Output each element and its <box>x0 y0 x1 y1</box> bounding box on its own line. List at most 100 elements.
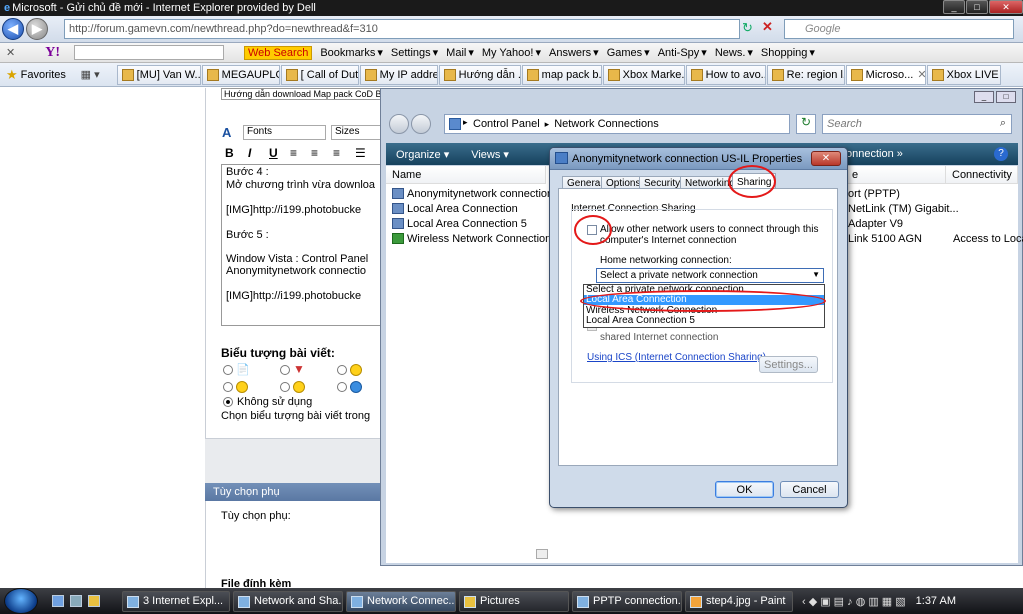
explorer-back-icon[interactable] <box>389 114 409 134</box>
bookmarks-menu[interactable]: Bookmarks ▾ <box>320 46 383 60</box>
toolbar-close-icon[interactable]: ✕ <box>6 46 15 59</box>
yahoo-search-input[interactable] <box>74 45 224 60</box>
icon-radio[interactable] <box>223 365 233 375</box>
option-local-area-connection-5[interactable]: Local Area Connection 5 <box>584 316 824 326</box>
tab-megaupload[interactable]: MEGAUPLO... <box>201 64 280 85</box>
scrollbar-handle[interactable] <box>536 549 548 559</box>
task-paint[interactable]: step4.jpg - Paint <box>685 590 793 612</box>
settings-menu[interactable]: Settings ▾ <box>391 46 438 60</box>
wireless-signal-icon <box>392 233 404 244</box>
google-search-input[interactable]: Google <box>784 19 1014 39</box>
no-icon-label: Không sử dụng <box>237 396 313 408</box>
folder-icon[interactable] <box>88 595 100 607</box>
ics-help-link[interactable]: Using ICS (Internet Connection Sharing) <box>587 352 766 363</box>
back-arrow-icon[interactable]: ◀ <box>2 18 24 40</box>
tab-xbox-live[interactable]: Xbox LIVE R... <box>926 64 1001 85</box>
tab-region[interactable]: Re: region l... <box>766 64 845 85</box>
explorer-address-bar[interactable]: ▸ Control Panel ▸ Network Connections <box>444 114 790 134</box>
explorer-minimize-button[interactable]: _ <box>974 91 994 103</box>
no-icon-radio[interactable] <box>223 397 233 407</box>
yahoo-logo[interactable]: Y! <box>45 45 60 61</box>
tab-huong-dan[interactable]: Hướng dẫn ... <box>438 64 521 85</box>
tab-map-pack[interactable]: map pack b... <box>521 64 602 85</box>
tab-xbox-marketplace[interactable]: Xbox Marke... <box>602 64 685 85</box>
list-item[interactable]: Local Area Connection <box>392 201 518 216</box>
device-column-header[interactable]: e <box>846 166 946 184</box>
address-toolbar: ◀ ▶ http://forum.gamevn.com/newthread.ph… <box>0 16 1023 43</box>
font-select[interactable]: Fonts <box>243 125 326 140</box>
tab-mu[interactable]: [MU] Van W... <box>116 64 201 85</box>
list-item[interactable]: Local Area Connection 5 <box>392 216 527 231</box>
list-item[interactable]: Wireless Network Connection <box>392 231 551 246</box>
task-network-sharing[interactable]: Network and Sha... <box>233 590 343 612</box>
icon-radio[interactable] <box>280 382 290 392</box>
clock[interactable]: 1:37 AM <box>916 595 956 607</box>
organize-menu[interactable]: Organize ▾ <box>396 148 449 161</box>
align-right-icon[interactable]: ≡ <box>333 146 340 160</box>
help-icon[interactable]: ? <box>994 147 1008 161</box>
anti-spy-button[interactable]: Anti-Spy ▾ <box>658 46 707 60</box>
task-internet-explorer[interactable]: 3 Internet Expl... <box>122 590 230 612</box>
underline-button[interactable]: U <box>269 146 278 160</box>
forward-arrow-icon[interactable]: ▶ <box>26 18 48 40</box>
tab-call-of-duty[interactable]: [ Call of Dut... <box>280 64 359 85</box>
maximize-button[interactable]: □ <box>966 0 988 14</box>
icon-radio[interactable] <box>223 382 233 392</box>
tab-how-to-avoid[interactable]: How to avo... <box>685 64 766 85</box>
web-search-button[interactable]: Web Search <box>244 45 313 60</box>
favorites-button[interactable]: Favorites <box>21 69 81 81</box>
dialog-close-button[interactable]: ✕ <box>811 151 841 166</box>
close-button[interactable]: ✕ <box>989 0 1023 14</box>
bold-button[interactable]: B <box>225 146 234 160</box>
align-center-icon[interactable]: ≡ <box>311 146 318 160</box>
icon-radio[interactable] <box>337 382 347 392</box>
task-network-connections[interactable]: Network Connec... <box>346 590 456 612</box>
games-button[interactable]: Games ▾ <box>607 46 650 60</box>
align-left-icon[interactable]: ≡ <box>290 146 297 160</box>
switch-windows-icon[interactable] <box>70 595 82 607</box>
shopping-button[interactable]: Shopping ▾ <box>761 46 815 60</box>
breadcrumb-chevron-icon[interactable]: ▸ <box>545 119 550 130</box>
home-network-select[interactable]: Select a private network connection ▼ <box>596 268 824 283</box>
answers-button[interactable]: Answers ▾ <box>549 46 599 60</box>
connectivity-column-header[interactable]: Connectivity <box>946 166 1018 184</box>
minimize-button[interactable]: _ <box>943 0 965 14</box>
tab-my-ip[interactable]: My IP addre... <box>359 64 438 85</box>
ok-button[interactable]: OK <box>715 481 774 498</box>
breadcrumb-control-panel[interactable]: Control Panel <box>473 118 540 130</box>
icon-radio[interactable] <box>280 365 290 375</box>
cancel-button[interactable]: Cancel <box>780 481 839 498</box>
show-desktop-icon[interactable] <box>52 595 64 607</box>
my-yahoo-button[interactable]: My Yahoo! ▾ <box>482 46 541 60</box>
start-button[interactable] <box>4 588 38 614</box>
vpn-connection-icon <box>392 188 404 199</box>
size-select[interactable]: Sizes <box>331 125 381 140</box>
name-column-header[interactable]: Name <box>386 166 546 184</box>
connection-command[interactable]: onnection » <box>846 148 903 160</box>
lan-connection-icon <box>392 203 404 214</box>
explorer-refresh-icon[interactable]: ↻ <box>796 114 816 134</box>
views-menu[interactable]: Views ▾ <box>471 148 509 161</box>
address-input[interactable]: http://forum.gamevn.com/newthread.php?do… <box>64 19 740 39</box>
explorer-search-input[interactable]: Search ⌕ <box>822 114 1012 134</box>
news-button[interactable]: News. ▾ <box>715 46 753 60</box>
list-icon[interactable]: ☰ <box>355 146 366 160</box>
tab-microsoft-active[interactable]: Microso... ✕ <box>845 64 926 85</box>
icon-radio[interactable] <box>337 365 347 375</box>
editor-line: Window Vista : Control Panel <box>226 253 369 265</box>
task-pictures[interactable]: Pictures <box>459 590 569 612</box>
task-pptp-connection[interactable]: PPTP connection... <box>572 590 682 612</box>
breadcrumb-network-connections[interactable]: Network Connections <box>554 118 659 130</box>
post-title-input[interactable]: Hướng dẫn download Map pack CoD Black Op… <box>221 88 391 100</box>
font-a-icon[interactable]: A <box>222 125 231 140</box>
stop-icon[interactable]: ✕ <box>762 19 780 37</box>
list-item[interactable]: Anonymitynetwork connection U <box>392 186 564 201</box>
settings-button[interactable]: Settings... <box>759 356 818 373</box>
tray-icons[interactable]: ‹ ◆ ▣ ▤ ♪ ◍ ▥ ▦ ▧ <box>802 595 906 608</box>
italic-button[interactable]: I <box>248 146 251 160</box>
refresh-icon[interactable]: ↻ <box>742 20 760 38</box>
explorer-maximize-button[interactable]: □ <box>996 91 1016 103</box>
mail-button[interactable]: Mail ▾ <box>446 46 474 60</box>
explorer-forward-icon[interactable] <box>411 114 431 134</box>
quick-tabs-icon[interactable]: ▦ ▾ <box>81 68 117 81</box>
